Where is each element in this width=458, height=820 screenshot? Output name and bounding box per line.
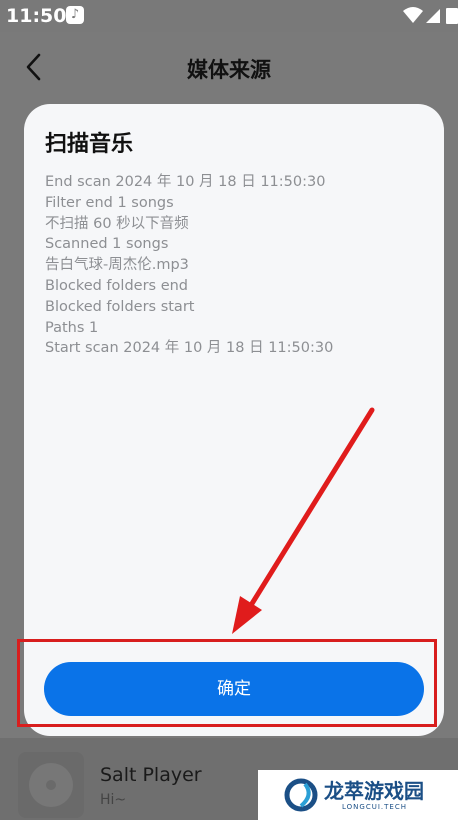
- annotation-arrow: [232, 407, 375, 634]
- disc-icon: [29, 763, 73, 807]
- track-subtitle: Hi~: [100, 792, 127, 808]
- site-logo-icon: [284, 778, 318, 812]
- watermark-name: 龙萃游戏园: [324, 779, 424, 803]
- album-art: [18, 752, 84, 818]
- track-title: Salt Player: [100, 764, 202, 786]
- watermark-domain: LONGCUI.TECH: [342, 803, 407, 811]
- watermark: 龙萃游戏园 LONGCUI.TECH: [258, 770, 458, 820]
